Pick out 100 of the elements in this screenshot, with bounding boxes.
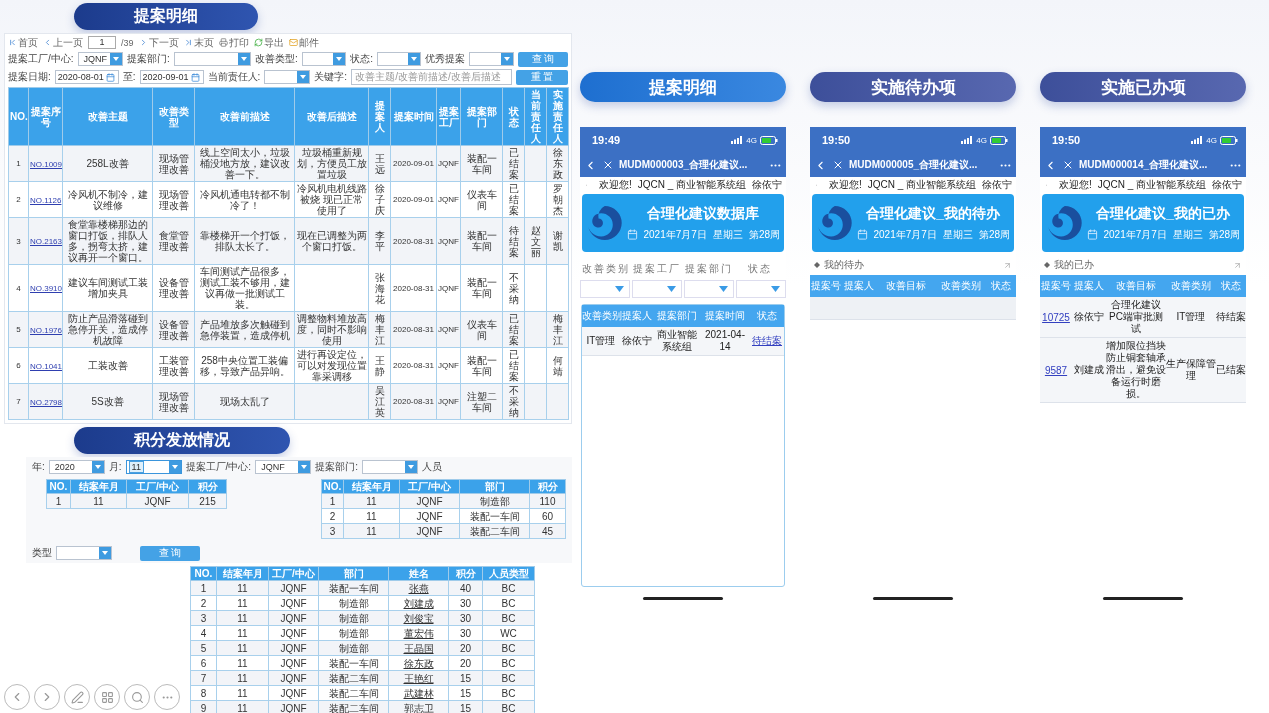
close-icon[interactable]	[1062, 159, 1074, 171]
column-header: 提案人	[1073, 279, 1105, 293]
expand-icon[interactable]	[1003, 260, 1012, 270]
name-link[interactable]: 武建林	[403, 687, 434, 699]
proposal-link[interactable]: NO.1976	[30, 325, 63, 335]
table-cell: 线上空间太小，垃圾桶没地方放，建议改善一下。	[194, 145, 295, 182]
close-icon[interactable]	[602, 159, 614, 171]
table-cell: 现场管理改善	[152, 383, 195, 420]
welcome-text: 欢迎您!	[598, 177, 632, 192]
table-cell-text: IT管理	[1175, 311, 1207, 323]
status-time: 19:50	[822, 134, 851, 146]
column-header: 工厂/中心	[126, 479, 189, 494]
search-button[interactable]	[124, 684, 150, 710]
select-field[interactable]	[632, 280, 682, 298]
table-cell: 7	[8, 383, 29, 420]
name-link[interactable]: 董宏伟	[403, 627, 434, 639]
name-link[interactable]: 王艳红	[403, 672, 434, 684]
select-field[interactable]	[684, 280, 734, 298]
column-header: 提案号	[810, 279, 842, 293]
table-cell: 装配一车间	[460, 264, 503, 312]
table-cell: 食堂管理改善	[152, 217, 195, 265]
proposal-link[interactable]: NO.2163	[30, 237, 63, 246]
select-field[interactable]	[580, 280, 630, 298]
column-header: NO.	[321, 479, 344, 494]
pen-button[interactable]	[64, 684, 90, 710]
select-field[interactable]	[736, 280, 786, 298]
proposal-link[interactable]: NO.1041	[30, 361, 63, 371]
next-button[interactable]	[34, 684, 60, 710]
select-field[interactable]	[377, 52, 422, 66]
tab[interactable]: 实施已办项	[1040, 72, 1246, 102]
page-title: MUDM000014_合理化建议...	[1079, 158, 1209, 172]
pager-button[interactable]: 导出	[253, 35, 284, 50]
select-field[interactable]	[469, 52, 514, 66]
date-field[interactable]: 2020-08-01	[54, 70, 119, 84]
weekday-text: 星期三	[712, 227, 743, 242]
more-button[interactable]	[154, 684, 180, 710]
status-time: 19:50	[1052, 134, 1081, 146]
weekday-text: 星期三	[1172, 227, 1203, 242]
column-header: 改善类别	[940, 279, 982, 293]
previous-button[interactable]	[4, 684, 30, 710]
table-cell: 食堂靠楼梯那边的窗口打饭，排队人多，拐弯太挤，建议再开一个窗口。	[62, 217, 153, 265]
grid-button[interactable]	[94, 684, 120, 710]
name-link[interactable]: 徐东政	[403, 657, 434, 669]
tab[interactable]: 提案明细	[580, 72, 786, 102]
tab[interactable]: 实施待办项	[810, 72, 1016, 102]
pager-button[interactable]: 首页	[8, 35, 38, 50]
filter-label: 提案部门:	[127, 52, 170, 66]
proposal-link[interactable]: NO.2798	[30, 397, 63, 407]
proposal-link[interactable]: 10725	[1042, 311, 1070, 323]
select-field[interactable]: 2020	[48, 460, 105, 474]
column-header: NO.	[190, 566, 217, 581]
name-link[interactable]: 王晶国	[403, 642, 434, 654]
pager-button[interactable]: 邮件	[288, 35, 319, 50]
select-field[interactable]	[361, 460, 418, 474]
column-header: 改善目标	[1115, 279, 1157, 293]
network-label: 4G	[976, 135, 987, 145]
proposal-link[interactable]: NO.3910	[30, 284, 63, 293]
select-field[interactable]: JQNF	[255, 460, 312, 474]
date-field[interactable]: 2020-09-01	[139, 70, 204, 84]
column-header: 积分	[529, 479, 566, 494]
page-title: MUDM000003_合理化建议...	[619, 158, 749, 172]
table-cell-text: 2021-04-14	[704, 329, 746, 353]
table-cell: 2020-08-31	[390, 347, 437, 384]
column-header: 状态	[502, 87, 525, 146]
status-link[interactable]: 待结案	[752, 334, 782, 348]
proposal-link[interactable]: 9587	[1044, 364, 1068, 376]
select-field[interactable]	[56, 546, 112, 560]
date-text: 2021年7月7日	[873, 227, 937, 242]
table-cell: 进行再设定位，可以对发现位置靠采调移	[294, 347, 369, 384]
select-field[interactable]	[173, 52, 252, 66]
column-header: 工厂/中心	[399, 479, 460, 494]
proposal-link[interactable]: NO.1009	[30, 159, 63, 169]
select-field[interactable]: 11	[125, 460, 182, 474]
select-field[interactable]: JQNF	[77, 52, 124, 66]
table-cell: 现场太乱了	[194, 383, 295, 420]
proposal-link[interactable]: NO.1126	[30, 195, 62, 205]
name-link[interactable]: 张燕	[408, 582, 429, 594]
expand-icon[interactable]	[1233, 260, 1242, 270]
pager-button[interactable]: 上一页	[43, 35, 83, 50]
column-header: 积分	[448, 566, 483, 581]
filter-label: 状态	[747, 262, 774, 276]
pager-button[interactable]: 下一页	[138, 35, 179, 50]
select-field[interactable]	[301, 52, 347, 66]
filter-label: 年:	[32, 460, 45, 474]
page-field[interactable]: 1	[88, 36, 116, 49]
select-field[interactable]	[264, 70, 311, 84]
pager-button[interactable]: 末页	[183, 35, 214, 50]
name-link[interactable]: 郭志卫	[403, 702, 434, 713]
welcome-text: JQCN _ 商业智能系统组	[637, 177, 746, 192]
pager-button[interactable]: 打印	[218, 35, 249, 50]
name-link[interactable]: 刘建成	[403, 597, 434, 609]
table-cell-text: 徐依宁	[1073, 311, 1105, 323]
filter-label: 当前责任人:	[207, 70, 261, 84]
table-cell: 5S改善	[62, 383, 153, 420]
filter-label: 优秀提案	[425, 52, 466, 66]
battery-icon	[990, 135, 1008, 145]
column-header: NO.	[46, 479, 71, 494]
column-header: 提案部门	[656, 309, 698, 323]
name-link[interactable]: 刘俊宝	[403, 612, 434, 624]
close-icon[interactable]	[832, 159, 844, 171]
